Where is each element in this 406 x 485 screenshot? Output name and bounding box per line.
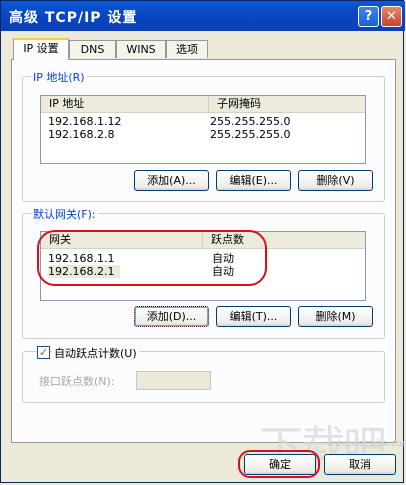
watermark-url: www.xiazaiba.com bbox=[327, 439, 406, 449]
subnet-cell: 255.255.255.0 bbox=[210, 128, 291, 141]
auto-metric-checkbox[interactable]: ✓ bbox=[37, 346, 50, 359]
auto-metric-label[interactable]: 自动跃点计数(U) bbox=[52, 345, 139, 361]
tab-label: 选项 bbox=[176, 43, 198, 56]
tab-options[interactable]: 选项 bbox=[166, 40, 208, 58]
ip-settings-panel: IP 地址(R) IP 地址 子网掩码 192.168.1.12 255.255… bbox=[11, 59, 396, 443]
close-button[interactable]: ✕ bbox=[381, 6, 402, 27]
ip-cell: 192.168.1.12 bbox=[48, 115, 122, 128]
interface-metric-label: 接口跃点数(N): bbox=[39, 375, 115, 388]
subnet-cell: 255.255.255.0 bbox=[210, 115, 291, 128]
column-header-subnet[interactable]: 子网掩码 bbox=[209, 96, 367, 112]
tab-wins[interactable]: WINS bbox=[116, 40, 166, 58]
ip-address-group: IP 地址(R) IP 地址 子网掩码 192.168.1.12 255.255… bbox=[22, 69, 385, 202]
check-icon: ✓ bbox=[38, 346, 49, 359]
interface-metric-input[interactable] bbox=[136, 371, 211, 390]
advanced-tcpip-dialog: 高级 TCP/IP 设置 ? ✕ IP 设置 DNS WINS 选项 IP 地址… bbox=[0, 0, 406, 483]
close-icon: ✕ bbox=[386, 9, 397, 24]
help-icon: ? bbox=[364, 9, 373, 24]
annotation-highlight-ok bbox=[238, 450, 320, 478]
annotation-highlight bbox=[37, 230, 267, 286]
list-item[interactable]: 192.168.1.12 255.255.255.0 bbox=[41, 115, 365, 128]
ip-list-header: IP 地址 子网掩码 bbox=[41, 96, 365, 113]
list-item[interactable]: 192.168.2.8 255.255.255.0 bbox=[41, 128, 365, 141]
ip-add-button[interactable]: 添加(A)... bbox=[134, 170, 209, 191]
ip-address-group-title: IP 地址(R) bbox=[31, 69, 87, 85]
ip-edit-button[interactable]: 编辑(E)... bbox=[216, 170, 291, 191]
gateway-edit-button[interactable]: 编辑(T)... bbox=[216, 306, 291, 327]
gateway-group-title: 默认网关(F): bbox=[31, 206, 98, 222]
tab-label: WINS bbox=[126, 43, 156, 56]
title-bar[interactable]: 高级 TCP/IP 设置 ? ✕ bbox=[1, 1, 405, 31]
column-header-ip[interactable]: IP 地址 bbox=[41, 96, 209, 112]
ip-address-list[interactable]: IP 地址 子网掩码 192.168.1.12 255.255.255.0 19… bbox=[40, 95, 366, 164]
ip-cell: 192.168.2.8 bbox=[48, 128, 115, 141]
tab-dns[interactable]: DNS bbox=[69, 40, 116, 58]
ip-remove-button[interactable]: 删除(V) bbox=[298, 170, 373, 191]
help-button[interactable]: ? bbox=[358, 6, 379, 27]
gateway-remove-button[interactable]: 删除(M) bbox=[298, 306, 373, 327]
metric-group: ✓ 自动跃点计数(U) 接口跃点数(N): bbox=[22, 345, 385, 403]
tab-label: IP 设置 bbox=[23, 42, 59, 55]
tab-label: DNS bbox=[80, 43, 105, 56]
cancel-button[interactable]: 取消 bbox=[324, 454, 396, 475]
window-title: 高级 TCP/IP 设置 bbox=[9, 10, 138, 26]
tab-ip-settings[interactable]: IP 设置 bbox=[13, 38, 69, 60]
gateway-add-button[interactable]: 添加(D)... bbox=[134, 306, 209, 327]
